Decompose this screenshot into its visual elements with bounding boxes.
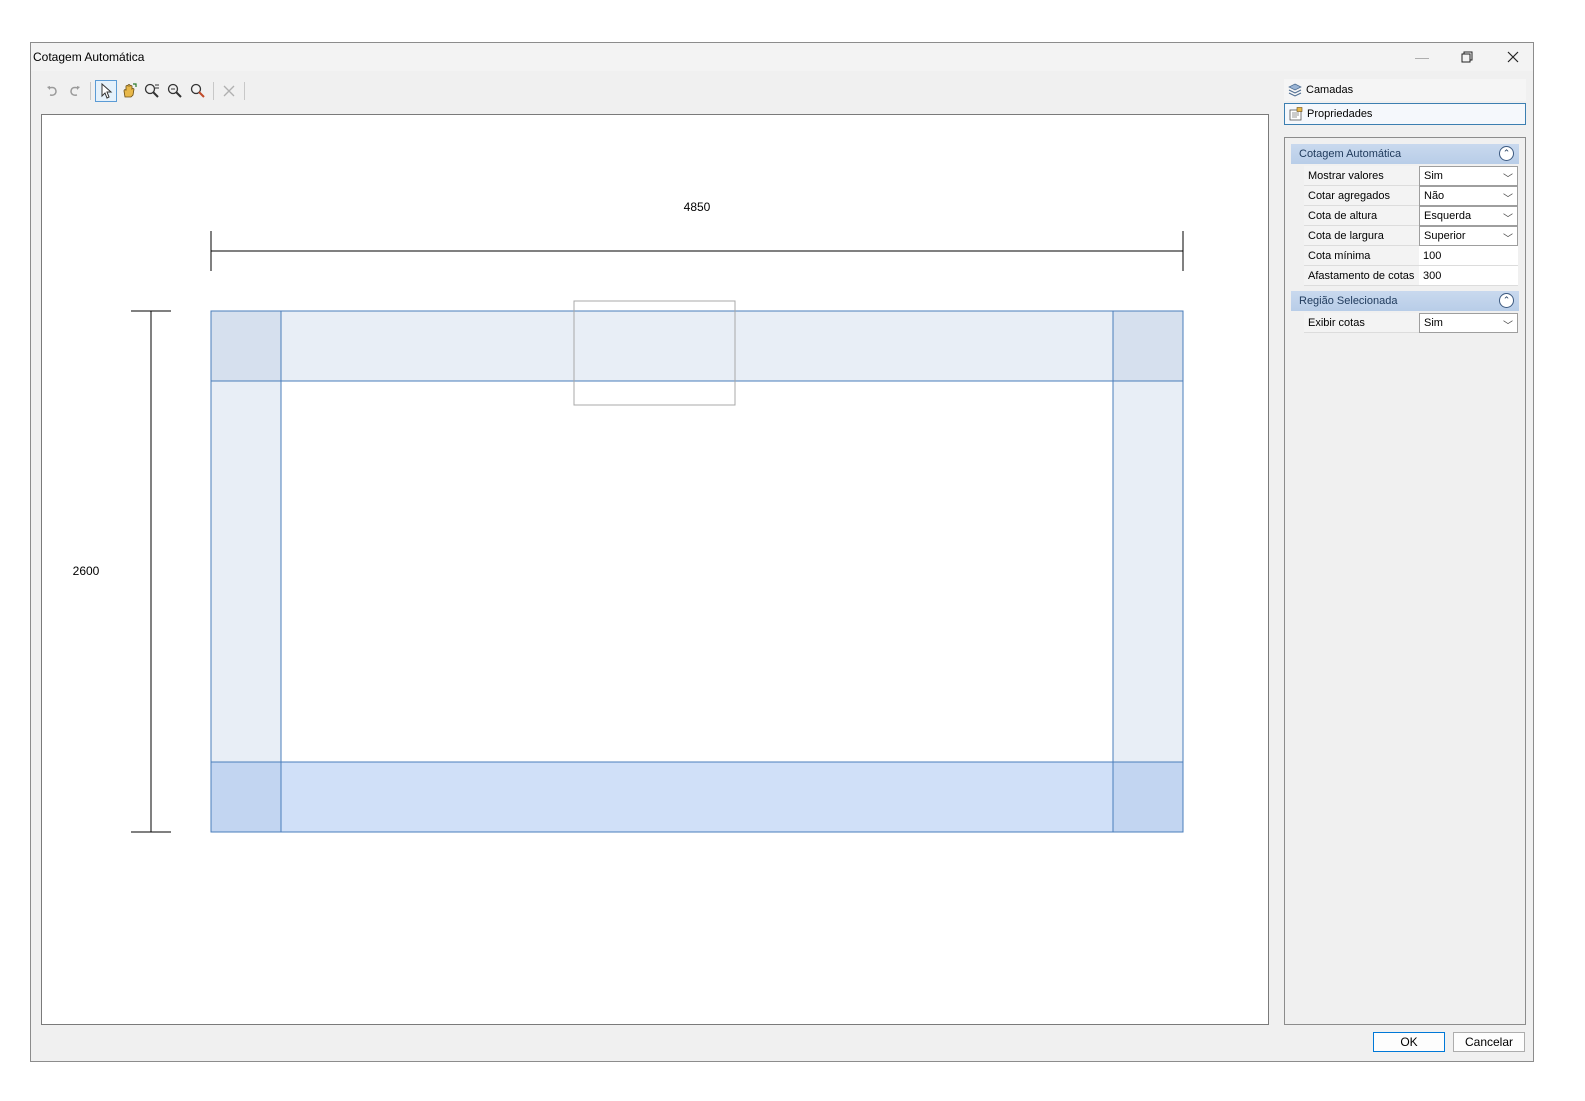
property-row-cota-de-altura: Cota de altura Esquerda ﹀ (1304, 206, 1518, 226)
tab-propriedades[interactable]: Propriedades (1284, 103, 1526, 125)
property-value: Superior (1424, 230, 1466, 242)
frame-bottom-left-corner[interactable] (210, 761, 282, 833)
tab-camadas[interactable]: Camadas (1284, 79, 1526, 101)
zoom-extents-icon (190, 83, 205, 98)
property-value: Não (1424, 190, 1445, 202)
height-dimension-label: 2600 (73, 564, 100, 578)
property-name: Cota de largura (1304, 226, 1419, 246)
redo-button[interactable] (64, 80, 86, 102)
frame-opening[interactable] (280, 380, 1114, 763)
chevron-down-icon: ﹀ (1503, 214, 1513, 225)
zoom-window-button[interactable] (141, 80, 163, 102)
property-row-cotar-agregados: Cotar agregados Não ﹀ (1304, 186, 1518, 206)
drawing-svg: 4850 2600 (73, 200, 1184, 833)
property-value-dropdown[interactable]: Sim ﹀ (1419, 166, 1518, 186)
zoom-out-button[interactable] (164, 80, 186, 102)
category-regiao-selecionada[interactable]: Região Selecionada ⌃ (1291, 291, 1519, 311)
height-dimension: 2600 (73, 310, 171, 833)
properties-icon (1289, 107, 1303, 121)
property-name: Cota mínima (1304, 246, 1419, 266)
frame-top-right-corner[interactable] (1112, 310, 1184, 382)
restore-icon (1461, 51, 1473, 63)
frame-bottom-right-corner[interactable] (1112, 761, 1184, 833)
property-row-afastamento-de-cotas: Afastamento de cotas 300 (1304, 266, 1518, 286)
property-name: Cota de altura (1304, 206, 1419, 226)
property-name: Mostrar valores (1304, 166, 1419, 186)
cancel-button[interactable]: Cancelar (1453, 1032, 1525, 1052)
pan-tool-button[interactable] (118, 80, 140, 102)
property-value: Sim (1424, 317, 1443, 329)
layers-icon (1288, 83, 1302, 97)
property-value-dropdown[interactable]: Não ﹀ (1419, 186, 1518, 206)
category-title: Cotagem Automática (1299, 148, 1402, 160)
zoom-window-icon (144, 83, 159, 98)
collapse-icon[interactable]: ⌃ (1499, 146, 1514, 161)
property-name: Afastamento de cotas (1304, 266, 1419, 286)
frame-top-left-corner[interactable] (210, 310, 282, 382)
zoom-extents-button[interactable] (187, 80, 209, 102)
width-dimension: 4850 (210, 200, 1184, 271)
property-value-dropdown[interactable]: Esquerda ﹀ (1419, 206, 1518, 226)
property-row-cota-minima: Cota mínima 100 (1304, 246, 1518, 266)
property-row-cota-de-largura: Cota de largura Superior ﹀ (1304, 226, 1518, 246)
close-button[interactable] (1490, 43, 1536, 71)
redo-icon (70, 86, 80, 96)
dialog-window: Cotagem Automática — 4850 2600 Camadas P… (30, 42, 1534, 1062)
undo-icon (47, 86, 57, 96)
property-grid: Cotagem Automática ⌃ Mostrar valores Sim… (1284, 137, 1526, 1025)
category-title: Região Selecionada (1299, 295, 1398, 307)
undo-button[interactable] (41, 80, 63, 102)
frame-right-member[interactable] (1112, 380, 1184, 763)
restore-button[interactable] (1444, 43, 1490, 71)
toolbar (41, 79, 248, 103)
property-name: Cotar agregados (1304, 186, 1419, 206)
property-value: Sim (1424, 170, 1443, 182)
property-value-input[interactable]: 300 (1419, 266, 1518, 286)
property-row-exibir-cotas: Exibir cotas Sim ﹀ (1304, 313, 1518, 333)
chevron-down-icon: ﹀ (1503, 321, 1513, 332)
frame-left-member[interactable] (210, 380, 282, 763)
category-cotagem-automatica[interactable]: Cotagem Automática ⌃ (1291, 144, 1519, 164)
frame-bottom-member[interactable] (210, 761, 1184, 833)
property-value-input[interactable]: 100 (1419, 246, 1518, 266)
property-row-mostrar-valores: Mostrar valores Sim ﹀ (1304, 166, 1518, 186)
toolbar-separator (213, 82, 214, 100)
property-value: Esquerda (1424, 210, 1472, 222)
side-panel-tabs: Camadas Propriedades (1284, 79, 1526, 127)
drawing-canvas[interactable]: 4850 2600 (41, 114, 1269, 1025)
close-icon (1507, 51, 1519, 63)
minimize-button[interactable]: — (1399, 43, 1445, 71)
select-pointer-icon (101, 83, 113, 99)
property-name: Exibir cotas (1304, 313, 1419, 333)
delete-icon (223, 85, 235, 97)
select-tool-button[interactable] (95, 80, 117, 102)
chevron-down-icon: ﹀ (1503, 174, 1513, 185)
tab-camadas-label: Camadas (1306, 84, 1354, 96)
window-title: Cotagem Automática (33, 50, 145, 64)
frame-top-member[interactable] (210, 310, 1184, 382)
zoom-out-icon (167, 83, 182, 98)
ok-button[interactable]: OK (1373, 1032, 1445, 1052)
chevron-down-icon: ﹀ (1503, 194, 1513, 205)
width-dimension-label: 4850 (684, 200, 711, 214)
property-value-dropdown[interactable]: Sim ﹀ (1419, 313, 1518, 333)
property-value-dropdown[interactable]: Superior ﹀ (1419, 226, 1518, 246)
tab-propriedades-label: Propriedades (1307, 108, 1373, 120)
pan-hand-icon (123, 83, 137, 98)
frame (210, 310, 1184, 833)
toolbar-separator (244, 82, 245, 100)
title-bar: Cotagem Automática — (31, 43, 1533, 71)
delete-button[interactable] (218, 80, 240, 102)
collapse-icon[interactable]: ⌃ (1499, 293, 1514, 308)
toolbar-separator (90, 82, 91, 100)
chevron-down-icon: ﹀ (1503, 234, 1513, 245)
